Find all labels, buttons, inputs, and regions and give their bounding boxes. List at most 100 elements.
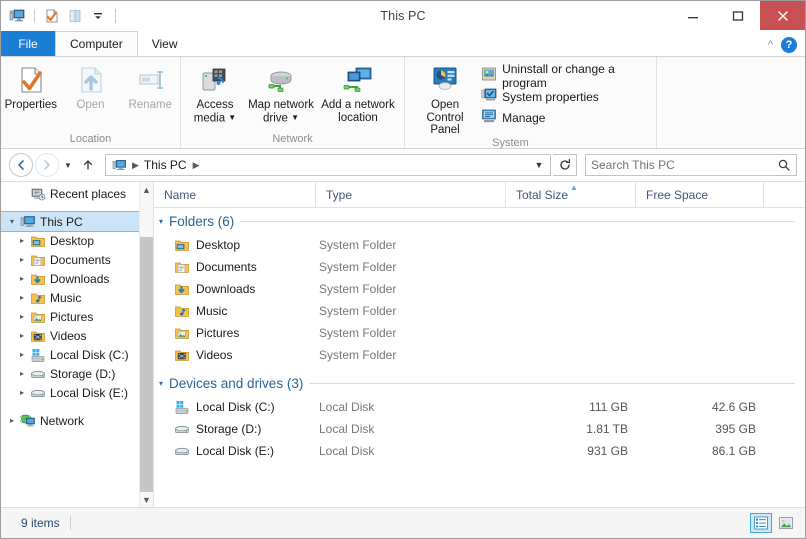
recent-locations-button[interactable]: ▼: [61, 154, 75, 176]
group-collapse-icon[interactable]: ▾: [159, 379, 163, 388]
sidebar-item-local-disk-c[interactable]: ▸ Local Disk (C:): [1, 345, 141, 364]
row-type: Local Disk: [319, 422, 375, 436]
twisty-collapsed-icon[interactable]: ▸: [15, 274, 29, 283]
table-row[interactable]: Local Disk (C:) Local Disk 111 GB 42.6 G…: [154, 396, 805, 418]
properties-icon[interactable]: [42, 6, 62, 26]
large-icons-view-button[interactable]: [775, 513, 797, 533]
twisty-collapsed-icon[interactable]: ▸: [15, 255, 29, 264]
ribbon-group-system: Open Control Panel Uninstall or change a…: [405, 57, 657, 149]
tab-view[interactable]: View: [138, 31, 192, 56]
table-row[interactable]: Downloads System Folder: [154, 278, 805, 300]
table-row[interactable]: Documents System Folder: [154, 256, 805, 278]
row-name-label: Documents: [196, 260, 257, 274]
table-row[interactable]: Local Disk (E:) Local Disk 931 GB 86.1 G…: [154, 440, 805, 462]
map-network-drive-button-label: Map network drive ▼: [247, 99, 315, 124]
row-free-space: 42.6 GB: [711, 400, 756, 414]
tab-file[interactable]: File: [1, 31, 55, 56]
collapse-ribbon-icon[interactable]: ^: [768, 39, 773, 51]
column-header-name[interactable]: Name: [154, 182, 316, 207]
table-row[interactable]: Pictures System Folder: [154, 322, 805, 344]
row-name-label: Pictures: [196, 326, 240, 340]
table-row[interactable]: Music System Folder: [154, 300, 805, 322]
sidebar-item-pictures[interactable]: ▸ Pictures: [1, 307, 141, 326]
table-row[interactable]: Videos System Folder: [154, 344, 805, 366]
drive-icon: [175, 425, 189, 433]
group-header-devices-and-drives[interactable]: ▾ Devices and drives (3): [154, 370, 805, 396]
properties-button[interactable]: Properties: [1, 61, 61, 112]
up-button[interactable]: [77, 154, 99, 176]
row-type: System Folder: [319, 326, 397, 340]
sidebar-item-storage-d[interactable]: ▸ Storage (D:): [1, 364, 141, 383]
sidebar-scrollbar-thumb[interactable]: [140, 237, 153, 492]
twisty-collapsed-icon[interactable]: ▸: [5, 416, 19, 425]
twisty-collapsed-icon[interactable]: ▸: [15, 293, 29, 302]
add-network-location-button[interactable]: Add a network location: [317, 61, 399, 124]
twisty-collapsed-icon[interactable]: ▸: [15, 369, 29, 378]
address-dropdown-button[interactable]: ▼: [530, 155, 548, 175]
column-header-type[interactable]: Type: [316, 182, 506, 207]
row-type: System Folder: [319, 304, 397, 318]
help-icon[interactable]: ?: [781, 37, 797, 53]
rename-button[interactable]: Rename: [120, 61, 180, 112]
table-row[interactable]: Storage (D:) Local Disk 1.81 TB 395 GB: [154, 418, 805, 440]
downloads-folder-icon: [175, 284, 189, 295]
row-name-label: Music: [196, 304, 228, 318]
row-name: Local Disk (C:): [154, 399, 316, 415]
uninstall-program-item[interactable]: Uninstall or change a program: [479, 62, 656, 90]
scroll-down-icon[interactable]: ▼: [140, 492, 153, 507]
close-button[interactable]: [760, 1, 805, 30]
twisty-collapsed-icon[interactable]: ▸: [15, 331, 29, 340]
maximize-button[interactable]: [715, 1, 760, 30]
sidebar-item-pictures-label: Pictures: [50, 309, 94, 324]
scroll-up-icon[interactable]: ▲: [140, 182, 153, 197]
tab-computer[interactable]: Computer: [55, 31, 138, 56]
row-name: Music: [154, 303, 316, 319]
twisty-collapsed-icon[interactable]: ▸: [15, 350, 29, 359]
map-network-drive-button[interactable]: Map network drive ▼: [245, 61, 317, 124]
status-divider: [69, 516, 71, 530]
column-header-free-space[interactable]: Free Space: [636, 182, 764, 207]
table-row[interactable]: Desktop System Folder: [154, 234, 805, 256]
twisty-collapsed-icon[interactable]: ▸: [15, 236, 29, 245]
breadcrumb-this-pc[interactable]: ▶ This PC: [108, 156, 191, 175]
navigation-tree: Recent places ▾ This PC ▸ Desktop ▸ Docu…: [1, 182, 153, 430]
address-bar[interactable]: ▶ This PC ▶ ▼: [105, 154, 551, 176]
pictures-folder-icon: [175, 328, 189, 339]
manage-item[interactable]: Manage: [479, 108, 656, 127]
details-view-button[interactable]: [750, 513, 772, 533]
access-media-button[interactable]: Access media ▼: [185, 61, 245, 124]
group-header-folders[interactable]: ▾ Folders (6): [154, 208, 805, 234]
twisty-collapsed-icon[interactable]: ▸: [15, 388, 29, 397]
breadcrumb-sep-1[interactable]: ▶: [191, 160, 202, 171]
videos-folder-icon: [175, 350, 189, 361]
sidebar-item-documents[interactable]: ▸ Documents: [1, 250, 141, 269]
twisty-collapsed-icon[interactable]: ▸: [15, 312, 29, 321]
group-collapse-icon[interactable]: ▾: [159, 217, 163, 226]
drive-icon: [29, 366, 47, 382]
twisty-expanded-icon[interactable]: ▾: [5, 217, 19, 226]
forward-button[interactable]: [35, 153, 59, 177]
minimize-button[interactable]: [670, 1, 715, 30]
refresh-button[interactable]: [553, 154, 577, 176]
sidebar-item-videos[interactable]: ▸ Videos: [1, 326, 141, 345]
search-input[interactable]: Search This PC: [585, 154, 797, 176]
new-folder-icon[interactable]: [65, 6, 85, 26]
sidebar-item-network[interactable]: ▸ Network: [1, 411, 141, 430]
open-button[interactable]: Open: [61, 61, 121, 112]
back-button[interactable]: [9, 153, 33, 177]
sidebar-item-recent-places[interactable]: Recent places: [1, 184, 141, 203]
this-pc-icon[interactable]: [7, 6, 27, 26]
sidebar-item-this-pc[interactable]: ▾ This PC: [1, 211, 142, 232]
sidebar-item-downloads[interactable]: ▸ Downloads: [1, 269, 141, 288]
sidebar-item-music[interactable]: ▸ Music: [1, 288, 141, 307]
open-control-panel-button[interactable]: Open Control Panel: [411, 61, 479, 137]
sidebar-item-local-disk-e[interactable]: ▸ Local Disk (E:): [1, 383, 141, 402]
ribbon-group-location-label: Location: [69, 133, 112, 145]
sidebar-item-desktop[interactable]: ▸ Desktop: [1, 231, 141, 250]
manage-icon: [481, 108, 497, 127]
customize-icon[interactable]: [88, 6, 108, 26]
ribbon-group-system-label: System: [492, 136, 529, 149]
system-properties-item[interactable]: System properties: [479, 87, 656, 106]
sidebar-scrollbar[interactable]: ▲ ▼: [139, 182, 153, 507]
group-divider: [309, 382, 795, 384]
